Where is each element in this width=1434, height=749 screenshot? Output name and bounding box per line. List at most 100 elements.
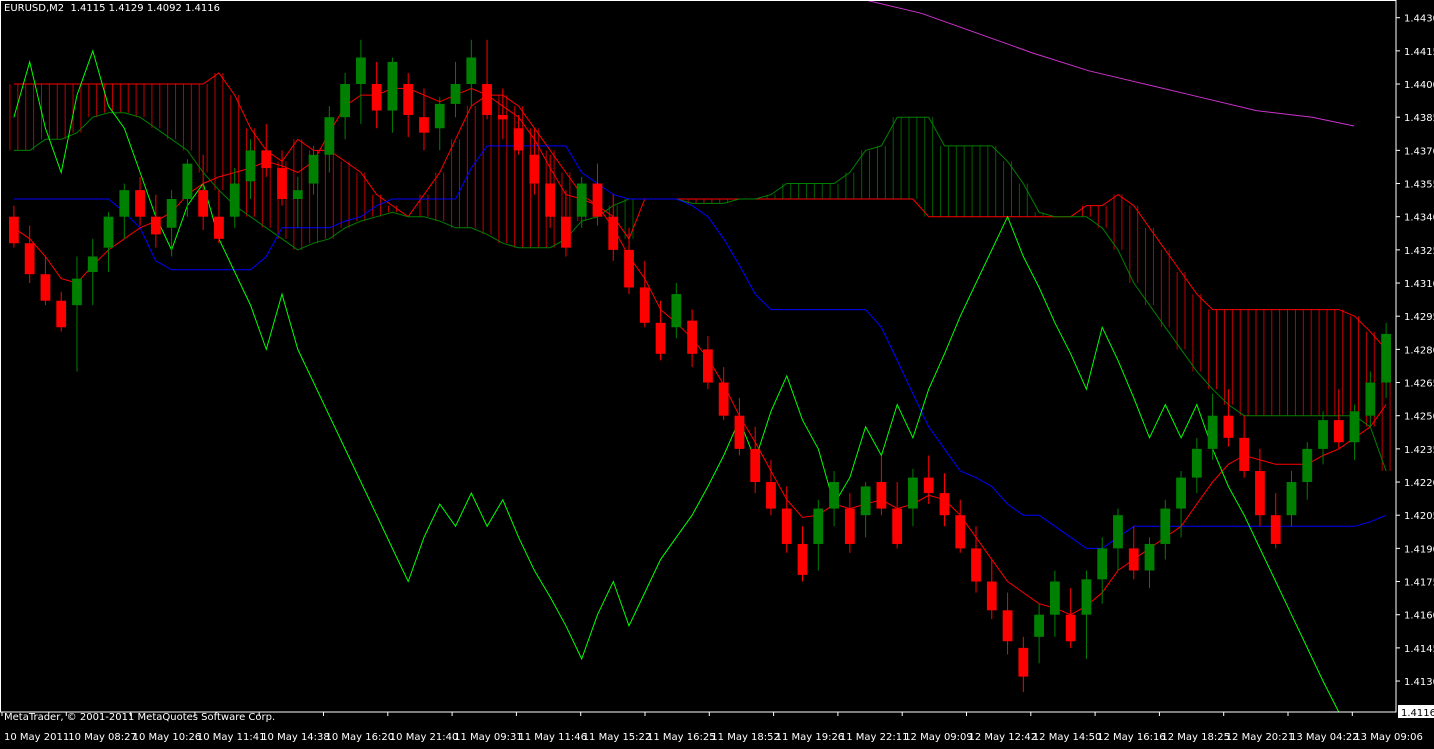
candle-body [987,582,997,611]
x-tick-label: 12 May 12:42 [969,732,1038,743]
candle-body [1255,471,1265,515]
x-tick-label: 10 May 11:41 [197,732,266,743]
y-tick-label: 1.4250 [1404,412,1434,423]
candle-body [1097,548,1107,579]
candle-body [892,509,902,544]
candle-body [498,115,508,119]
candle-body [624,250,634,288]
y-tick-label: 1.4310 [1404,279,1434,290]
candle-body [41,274,51,301]
x-tick-label: 11 May 22:11 [840,732,909,743]
current-price-label: 1.4116 [1401,708,1434,719]
x-tick-label: 12 May 14:50 [1033,732,1102,743]
x-tick-label: 11 May 11:46 [518,732,587,743]
candle-body [25,243,35,274]
x-tick-label: 12 May 09:09 [904,732,973,743]
candle-body [198,190,208,217]
x-tick-label: 11 May 09:31 [454,732,523,743]
candle-body [388,62,398,111]
candle-body [876,482,886,509]
candle-body [9,217,19,244]
x-tick-label: 12 May 16:16 [1097,732,1166,743]
candle-body [703,349,713,382]
x-tick-label: 10 May 2011 [4,732,69,743]
x-tick-label: 10 May 14:38 [261,732,330,743]
candle-body [908,478,918,509]
x-tick-label: 10 May 16:20 [326,732,395,743]
candle-body [1381,334,1391,383]
candle-body [1066,615,1076,642]
candle-body [593,184,603,217]
y-tick-label: 1.4145 [1404,644,1434,655]
x-tick-label: 12 May 18:25 [1161,732,1230,743]
candle-body [1113,515,1123,548]
candle-body [88,256,98,271]
candle-body [119,190,129,217]
y-tick-label: 1.4370 [1404,146,1434,157]
candle-body [608,217,618,250]
x-tick-label: 10 May 21:40 [390,732,459,743]
candle-body [1208,416,1218,449]
candle-body [167,199,177,228]
x-tick-label: 11 May 19:26 [776,732,845,743]
chart-area: 1.44301.44151.44001.43851.43701.43551.43… [0,0,1434,745]
candle-body [340,84,350,117]
candle-body [1129,548,1139,570]
candle-body [719,383,729,416]
candle-body [1239,438,1249,471]
candle-body [813,509,823,544]
y-tick-label: 1.4220 [1404,478,1434,489]
candle-body [1365,383,1375,416]
x-tick-label: 11 May 15:22 [583,732,652,743]
x-tick-label: 13 May 04:22 [1290,732,1359,743]
copyright-label: MetaTrader, © 2001-2011 MetaQuotes Softw… [4,712,275,723]
candle-body [246,150,256,181]
chart-header: EURUSD,M2 1.4115 1.4129 1.4092 1.4116 [4,3,220,14]
candle-body [971,548,981,581]
x-tick-label: 10 May 10:26 [133,732,202,743]
candle-body [1192,449,1202,478]
candle-body [151,217,161,235]
candle-body [671,294,681,327]
candle-body [845,509,855,544]
y-tick-label: 1.4190 [1404,544,1434,555]
candle-body [277,168,287,199]
candle-body [293,190,303,199]
candle-body [135,190,145,217]
x-tick-label: 11 May 16:25 [647,732,716,743]
candle-body [56,301,66,328]
candle-body [1160,509,1170,544]
candle-body [561,217,571,248]
candle-body [1271,515,1281,544]
candle-body [798,544,808,575]
candle-body [640,287,650,322]
candle-body [1034,615,1044,637]
candle-body [182,164,192,199]
candle-body [435,104,445,128]
candle-body [403,84,413,115]
candle-body [766,482,776,509]
y-tick-label: 1.4400 [1404,80,1434,91]
candle-body [309,155,319,184]
y-tick-label: 1.4385 [1404,113,1434,124]
y-tick-label: 1.4280 [1404,345,1434,356]
y-tick-label: 1.4325 [1404,246,1434,257]
candle-body [1287,482,1297,515]
y-tick-label: 1.4160 [1404,611,1434,622]
y-tick-label: 1.4355 [1404,180,1434,191]
candle-body [230,184,240,217]
candle-body [466,57,476,84]
candle-body [529,155,539,184]
chart-canvas: 1.44301.44151.44001.43851.43701.43551.43… [0,0,1434,745]
y-tick-label: 1.4175 [1404,578,1434,589]
candle-body [482,84,492,115]
x-tick-label: 13 May 09:06 [1354,732,1423,743]
candle-body [545,184,555,217]
x-tick-label: 11 May 18:52 [711,732,780,743]
candle-body [1302,449,1312,482]
candle-body [735,416,745,449]
candle-body [1050,582,1060,615]
candle-body [1176,478,1186,509]
candle-body [1003,610,1013,641]
candle-body [1082,579,1092,614]
